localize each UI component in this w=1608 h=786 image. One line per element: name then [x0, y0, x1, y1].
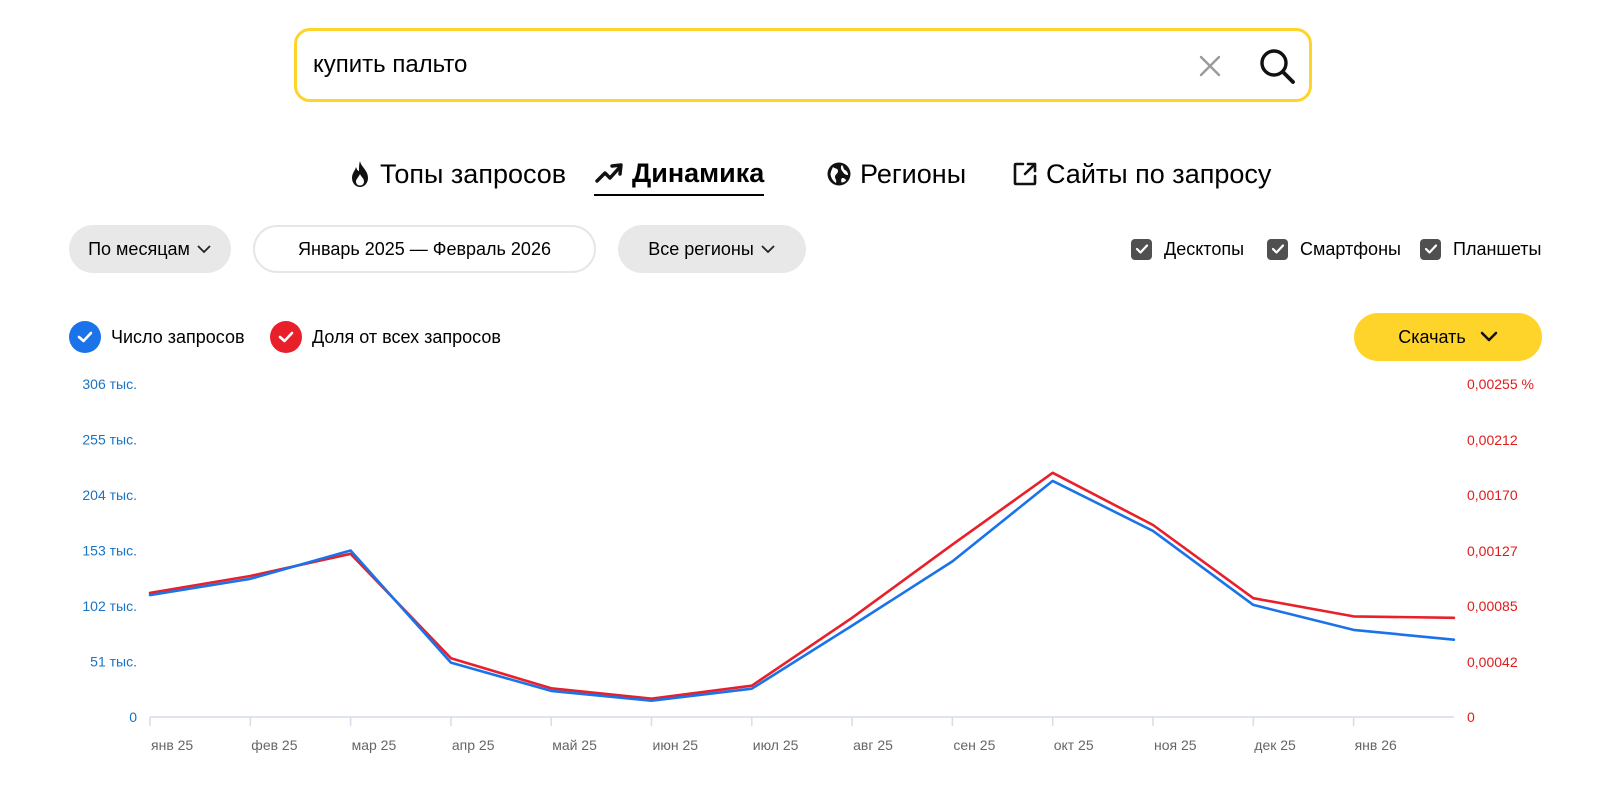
series-line-query-count: [148, 479, 1456, 703]
x-tick-label: янв 26: [1355, 737, 1397, 753]
x-tick-label: мар 25: [352, 737, 397, 753]
y-right-tick-label: 0,00212: [1467, 432, 1518, 448]
x-tick-label: янв 25: [151, 737, 193, 753]
y-left-tick-label: 51 тыс.: [90, 654, 137, 670]
x-tick-label: авг 25: [853, 737, 893, 753]
x-tick-label: фев 25: [251, 737, 297, 753]
y-left-tick-label: 204 тыс.: [82, 487, 137, 503]
x-tick-label: май 25: [552, 737, 597, 753]
y-left-tick-label: 153 тыс.: [82, 543, 137, 559]
x-tick-label: июн 25: [653, 737, 699, 753]
x-tick-label: июл 25: [753, 737, 799, 753]
y-right-tick-label: 0,00127: [1467, 543, 1518, 559]
y-right-tick-label: 0: [1467, 709, 1475, 725]
y-right-tick-label: 0,00170: [1467, 487, 1518, 503]
y-right-tick-label: 0,00042: [1467, 654, 1518, 670]
x-tick-label: окт 25: [1054, 737, 1094, 753]
x-tick-label: сен 25: [953, 737, 995, 753]
y-right-tick-label: 0,00085: [1467, 598, 1518, 614]
series-line-share: [148, 471, 1456, 701]
y-left-tick-label: 0: [129, 709, 137, 725]
y-right-tick-label: 0,00255 %: [1467, 376, 1534, 392]
x-tick-label: дек 25: [1254, 737, 1296, 753]
dynamics-chart: янв 25 фев 25 мар 25 апр 25 май 25 июн 25 июл …: [82, 376, 1534, 753]
y-left-tick-label: 255 тыс.: [82, 432, 137, 448]
x-tick-label: апр 25: [452, 737, 495, 753]
x-tick-label: ноя 25: [1154, 737, 1197, 753]
y-left-tick-label: 306 тыс.: [82, 376, 137, 392]
y-left-tick-label: 102 тыс.: [82, 598, 137, 614]
